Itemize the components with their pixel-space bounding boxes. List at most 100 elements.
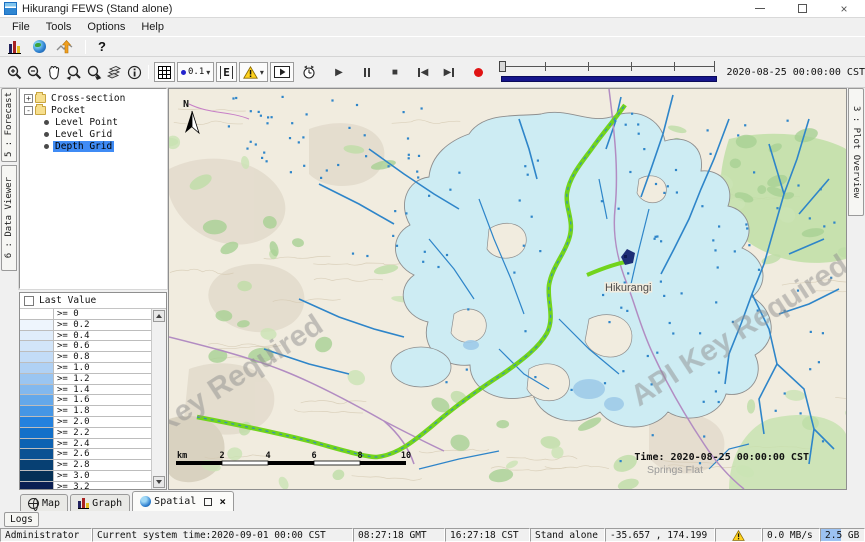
spatial-display-button[interactable]: [31, 39, 48, 54]
minimize-button[interactable]: [739, 0, 781, 18]
status-system-time: Current system time:2020-09-01 00:00 CST: [92, 528, 353, 542]
map-canvas[interactable]: Hikurangi Springs Flat API Key Required …: [168, 88, 847, 490]
tree-item-depth-grid[interactable]: Depth Grid: [20, 140, 166, 152]
status-warning[interactable]: [715, 528, 762, 542]
pan-button[interactable]: [44, 61, 64, 83]
display-tab-bar: Map Graph Spatial ×: [0, 490, 865, 511]
logs-tab[interactable]: Logs: [4, 512, 39, 527]
legend-row[interactable]: >= 2.0: [20, 417, 151, 428]
chart-export-icon: [56, 40, 73, 54]
current-map-datetime: 2020-08-25 00:00:00 CST: [727, 67, 865, 78]
legend-row[interactable]: >= 0.2: [20, 320, 151, 331]
legend-row[interactable]: >= 0.4: [20, 331, 151, 342]
record-button[interactable]: [469, 61, 489, 83]
tree-item-level-point[interactable]: Level Point: [20, 116, 166, 128]
info-button[interactable]: [124, 61, 144, 83]
legend-row[interactable]: >= 2.4: [20, 439, 151, 450]
layers-button[interactable]: [104, 61, 124, 83]
tree-item-pocket[interactable]: - Pocket: [20, 104, 166, 116]
stop-icon: ■: [392, 67, 398, 78]
tab-plot-overview[interactable]: 3 : Plot Overview: [848, 88, 864, 216]
contour-interval-dropdown[interactable]: 0.1 ▾: [177, 62, 214, 82]
arrow-up-icon: [156, 314, 162, 318]
legend-swatch: [20, 374, 54, 384]
legend-row[interactable]: >= 3.2: [20, 482, 151, 489]
legend-row[interactable]: >= 2.2: [20, 428, 151, 439]
title-bar: Hikurangi FEWS (Stand alone) ×: [0, 0, 865, 18]
svg-text:2: 2: [219, 451, 224, 461]
grid-display-button[interactable]: [154, 62, 175, 82]
status-bar: Administrator Current system time:2020-0…: [0, 528, 865, 542]
time-slider[interactable]: [497, 60, 721, 84]
zoom-next-button[interactable]: [84, 61, 104, 83]
status-download-speed: 0.0 MB/s: [762, 528, 820, 542]
skip-to-start-button[interactable]: ◀: [413, 61, 433, 83]
legend-row[interactable]: >= 2.8: [20, 460, 151, 471]
zoom-in-button[interactable]: [4, 61, 24, 83]
stop-button[interactable]: ■: [385, 61, 405, 83]
pause-button[interactable]: [357, 61, 377, 83]
collapse-icon[interactable]: -: [24, 106, 33, 115]
menu-tools[interactable]: Tools: [38, 19, 80, 35]
expand-icon[interactable]: +: [24, 94, 33, 103]
globe-icon: [140, 496, 151, 507]
skip-to-end-button[interactable]: ▶: [439, 61, 459, 83]
legend-row[interactable]: >= 0: [20, 309, 151, 320]
legend-row[interactable]: >= 1.8: [20, 406, 151, 417]
menu-file[interactable]: File: [4, 19, 38, 35]
zoom-out-button[interactable]: [24, 61, 44, 83]
tab-spatial[interactable]: Spatial ×: [132, 491, 234, 511]
pause-icon: [364, 68, 370, 77]
warning-levels-dropdown[interactable]: ▾: [239, 62, 268, 82]
play-button[interactable]: ▶: [329, 61, 349, 83]
time-navigator-button[interactable]: [299, 61, 319, 83]
scroll-down-button[interactable]: [153, 476, 165, 488]
legend-swatch: [20, 406, 54, 416]
time-slider-handle[interactable]: [499, 61, 506, 72]
legend-panel: Last Value >= 0>= 0.2>= 0.4>= 0.6>= 0.8>…: [19, 292, 167, 490]
legend-row[interactable]: >= 1.0: [20, 363, 151, 374]
status-mode: Stand alone: [530, 528, 605, 542]
timer-icon: [301, 64, 317, 80]
timeseries-dialog-button[interactable]: [56, 39, 73, 54]
last-value-checkbox[interactable]: [24, 296, 34, 306]
menu-help[interactable]: Help: [133, 19, 172, 35]
legend-threshold-label: >= 3.2: [54, 482, 90, 489]
menu-options[interactable]: Options: [79, 19, 133, 35]
svg-text:N: N: [183, 99, 189, 110]
globe-wire-icon: [28, 498, 39, 509]
legend-row[interactable]: >= 1.6: [20, 395, 151, 406]
maximize-button[interactable]: [781, 0, 823, 18]
logs-row: Logs: [0, 511, 865, 528]
help-button[interactable]: ?: [98, 39, 106, 54]
legend-swatch: [20, 460, 54, 470]
tree-item-cross-section[interactable]: + Cross-section: [20, 92, 166, 104]
legend-row[interactable]: >= 0.8: [20, 352, 151, 363]
time-slider-rail: [503, 66, 715, 67]
restore-panel-icon[interactable]: [204, 498, 212, 506]
legend-scrollbar[interactable]: [151, 309, 166, 489]
close-tab-icon[interactable]: ×: [219, 495, 226, 508]
tab-data-viewer[interactable]: 6 : Data Viewer: [1, 165, 17, 271]
close-button[interactable]: ×: [823, 0, 865, 18]
archive-display-button[interactable]: [6, 39, 23, 54]
zoom-out-icon: [27, 65, 42, 80]
legend-row[interactable]: >= 3.0: [20, 471, 151, 482]
animation-button[interactable]: [270, 62, 294, 82]
menu-bar: File Tools Options Help: [0, 18, 865, 36]
legend-row[interactable]: >= 2.6: [20, 449, 151, 460]
tree-item-level-grid[interactable]: Level Grid: [20, 128, 166, 140]
zoom-previous-button[interactable]: [64, 61, 84, 83]
legend-row[interactable]: >= 1.2: [20, 374, 151, 385]
tab-graph[interactable]: Graph: [70, 494, 130, 511]
legend-row[interactable]: >= 0.6: [20, 341, 151, 352]
svg-text:4: 4: [265, 451, 270, 461]
tab-forecast[interactable]: 5 : Forecast: [1, 88, 17, 162]
scroll-up-button[interactable]: [153, 310, 165, 322]
left-panel: + Cross-section - Pocket Level Point Lev…: [18, 88, 168, 490]
minimize-icon: [755, 8, 765, 9]
elevation-button[interactable]: E: [216, 62, 237, 82]
legend-threshold-label: >= 2.8: [54, 460, 90, 470]
legend-row[interactable]: >= 1.4: [20, 385, 151, 396]
tab-map[interactable]: Map: [20, 494, 68, 511]
